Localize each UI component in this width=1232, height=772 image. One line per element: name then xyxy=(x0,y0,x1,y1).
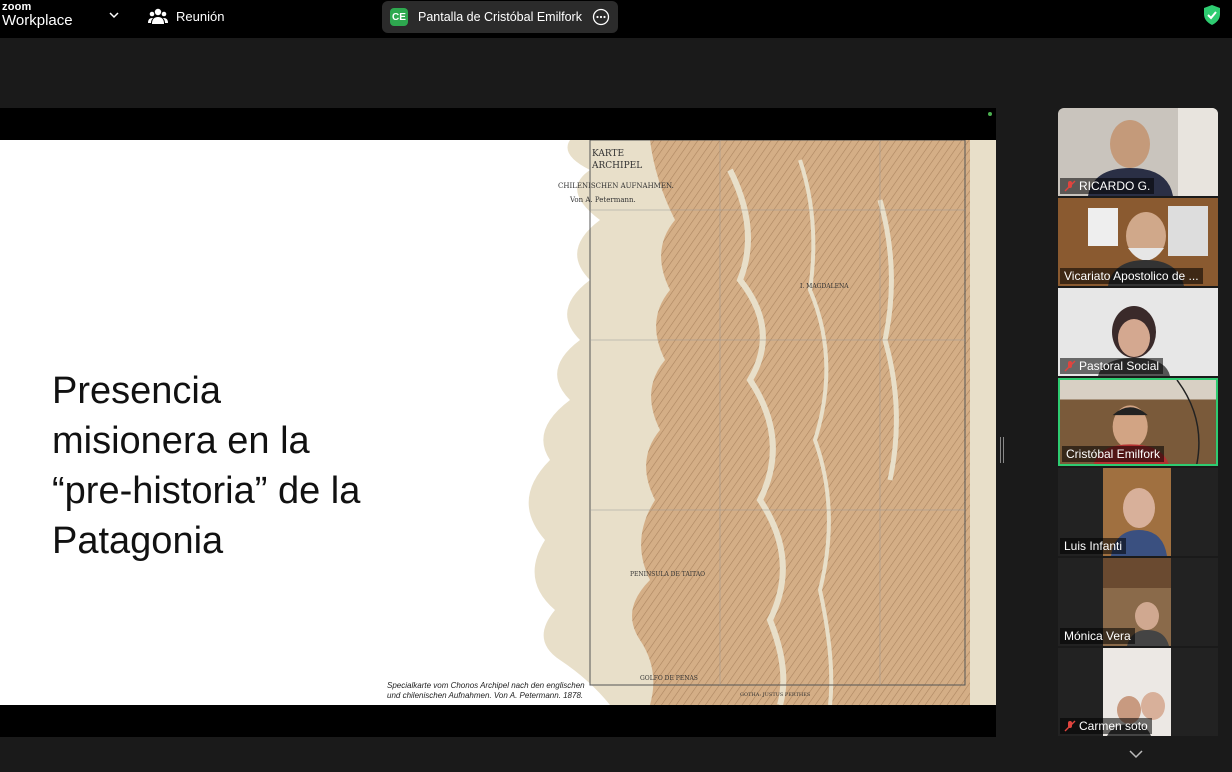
svg-text:CHILENISCHEN AUFNAHMEN.: CHILENISCHEN AUFNAHMEN. xyxy=(558,182,674,190)
sharer-avatar: CE xyxy=(390,8,408,26)
participants-icon xyxy=(148,8,168,24)
top-bar: zoom Workplace Reunión CE Pantalla de Cr… xyxy=(0,0,1232,38)
zoom-workplace-logo[interactable]: zoom Workplace xyxy=(2,2,73,29)
participant-tile[interactable]: Luis Infanti xyxy=(1058,468,1218,556)
participant-name-tag: RICARDO G. xyxy=(1060,178,1155,194)
participant-name-tag: Cristóbal Emilfork xyxy=(1062,446,1165,462)
shared-screen: Presencia misionera en la “pre-historia”… xyxy=(0,108,996,737)
participant-name-tag: Luis Infanti xyxy=(1060,538,1127,554)
svg-text:KARTE: KARTE xyxy=(592,149,624,159)
participant-name: Carmen soto xyxy=(1079,719,1148,733)
screen-share-indicator[interactable]: CE Pantalla de Cristóbal Emilfork xyxy=(382,1,618,33)
share-indicator-label: Pantalla de Cristóbal Emilfork xyxy=(418,10,582,24)
participant-name-tag: Pastoral Social xyxy=(1060,358,1164,374)
muted-mic-icon xyxy=(1064,360,1076,372)
svg-text:GOLFO DE PENAS: GOLFO DE PENAS xyxy=(640,675,698,682)
muted-mic-icon xyxy=(1064,180,1076,192)
svg-text:ARCHIPEL: ARCHIPEL xyxy=(591,161,642,171)
participant-name: Cristóbal Emilfork xyxy=(1066,447,1161,461)
participant-tile-active-speaker[interactable]: Cristóbal Emilfork xyxy=(1058,378,1218,466)
patagonia-map-image: KARTE ARCHIPEL CHILENISCHEN AUFNAHMEN. V… xyxy=(528,140,996,705)
participant-tile[interactable]: RICARDO G. xyxy=(1058,108,1218,196)
participant-gallery: RICARDO G. Vicariato Apostolico de ... P… xyxy=(1058,108,1218,738)
participant-tile[interactable]: Pastoral Social xyxy=(1058,288,1218,376)
participant-name: Mónica Vera xyxy=(1064,629,1131,643)
participant-tile[interactable]: Carmen soto xyxy=(1058,648,1218,736)
participant-name: Luis Infanti xyxy=(1064,539,1123,553)
svg-text:PENINSULA DE TAITAO: PENINSULA DE TAITAO xyxy=(630,571,705,578)
participant-name: Vicariato Apostolico de ... xyxy=(1064,269,1199,283)
participant-name-tag: Carmen soto xyxy=(1060,718,1152,734)
map-caption: Specialkarte vom Chonos Archipel nach de… xyxy=(387,681,607,701)
participant-name: RICARDO G. xyxy=(1079,179,1151,193)
shield-check-icon[interactable] xyxy=(1202,4,1222,26)
muted-mic-icon xyxy=(1064,720,1076,732)
map-caption-line-1: Specialkarte vom Chonos Archipel nach de… xyxy=(387,681,585,690)
meeting-title-button[interactable]: Reunión xyxy=(148,7,224,25)
map-caption-line-2: und chilenischen Aufnahmen. Von A. Peter… xyxy=(387,691,584,700)
panel-resize-handle[interactable] xyxy=(1000,437,1004,463)
meeting-title: Reunión xyxy=(176,8,225,24)
participant-tile[interactable]: Vicariato Apostolico de ... xyxy=(1058,198,1218,286)
participant-tile[interactable]: Mónica Vera xyxy=(1058,558,1218,646)
participant-name-tag: Vicariato Apostolico de ... xyxy=(1060,268,1203,284)
svg-text:GOTHA: JUSTUS PERTHES: GOTHA: JUSTUS PERTHES xyxy=(740,692,811,698)
chevron-down-icon[interactable] xyxy=(108,9,120,21)
more-options-icon[interactable] xyxy=(592,8,610,26)
logo-workplace-text: Workplace xyxy=(2,12,73,29)
svg-text:Von A. Petermann.: Von A. Petermann. xyxy=(569,196,636,204)
svg-text:I. MAGDALENA: I. MAGDALENA xyxy=(800,283,849,290)
share-status-dot xyxy=(988,112,992,116)
participant-name: Pastoral Social xyxy=(1079,359,1160,373)
chevron-down-icon[interactable] xyxy=(1128,748,1144,760)
participant-name-tag: Mónica Vera xyxy=(1060,628,1135,644)
slide-title: Presencia misionera en la “pre-historia”… xyxy=(52,370,361,562)
presentation-slide: Presencia misionera en la “pre-historia”… xyxy=(0,140,996,705)
